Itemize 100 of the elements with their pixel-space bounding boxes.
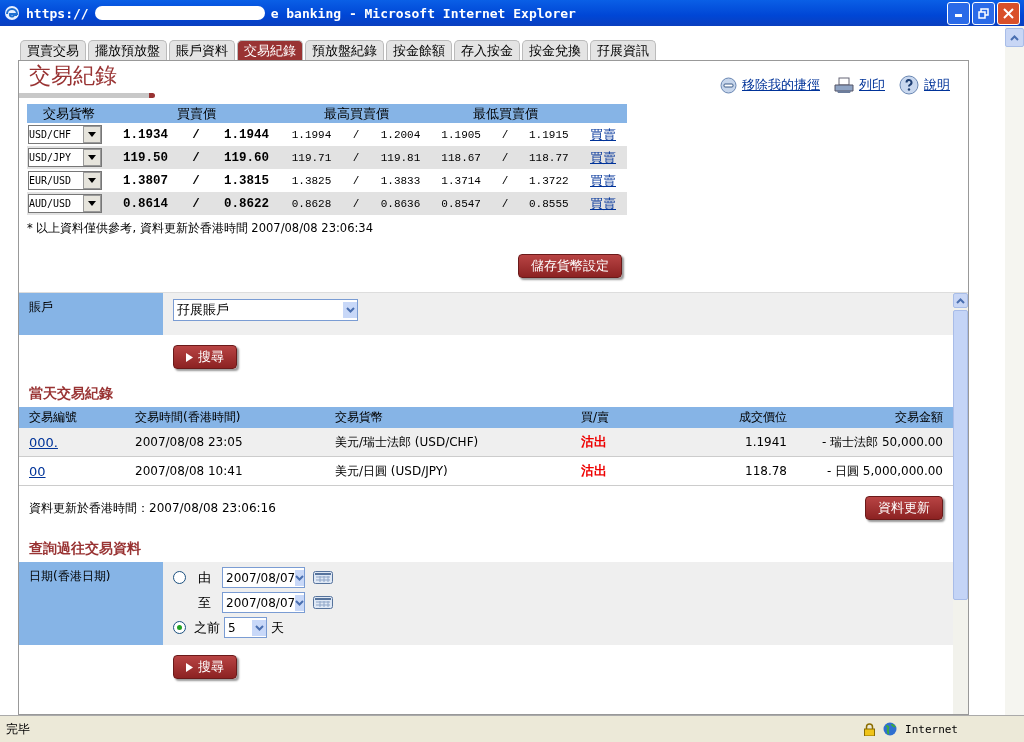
trade-link[interactable]: 買賣 bbox=[579, 148, 627, 167]
separator: / bbox=[352, 174, 360, 187]
shortcut-link[interactable]: 移除我的捷徑 bbox=[720, 76, 820, 94]
calendar-icon[interactable] bbox=[313, 596, 333, 609]
dropdown-icon bbox=[252, 619, 266, 636]
window-title: https:// bbox=[26, 5, 89, 21]
browser-icon bbox=[4, 5, 20, 21]
scroll-up-icon[interactable] bbox=[1010, 34, 1019, 41]
tab[interactable]: 按金兌換 bbox=[522, 40, 588, 60]
separator: / bbox=[501, 128, 509, 141]
side-label: 沽出 bbox=[581, 434, 607, 449]
search-button[interactable]: 搜尋 bbox=[173, 655, 237, 679]
tab[interactable]: 孖展資訊 bbox=[590, 40, 656, 60]
tab[interactable]: 預放盤紀錄 bbox=[305, 40, 384, 60]
trade-link[interactable]: 買賣 bbox=[579, 194, 627, 213]
dropdown-icon bbox=[343, 302, 357, 318]
play-icon bbox=[186, 352, 193, 362]
printer-icon[interactable] bbox=[834, 76, 854, 94]
minus-icon[interactable] bbox=[720, 76, 737, 94]
transaction-link[interactable]: 000. bbox=[29, 434, 58, 450]
close-icon bbox=[1003, 7, 1014, 19]
scrollbar[interactable] bbox=[1005, 26, 1024, 715]
separator: / bbox=[192, 150, 200, 165]
close-button[interactable] bbox=[997, 1, 1020, 25]
price-value: 1.2004 bbox=[380, 128, 421, 141]
price-value: 0.8628 bbox=[291, 197, 332, 210]
restore-icon bbox=[978, 7, 989, 19]
account-select[interactable]: 孖展賬戶 bbox=[173, 299, 358, 321]
restore-button[interactable] bbox=[972, 1, 995, 25]
security-zone: Internet bbox=[905, 722, 958, 736]
price-value: 1.3722 bbox=[529, 174, 569, 187]
separator: / bbox=[352, 128, 360, 141]
field-label: 賬戶 bbox=[19, 293, 163, 335]
trade-link[interactable]: 買賣 bbox=[579, 125, 627, 144]
price-value: 118.77 bbox=[529, 151, 569, 164]
tab[interactable]: 賬戶資料 bbox=[169, 40, 235, 60]
column-header: 交易貨幣 bbox=[42, 104, 96, 123]
scrollbar[interactable] bbox=[953, 293, 968, 714]
calendar-icon[interactable] bbox=[313, 571, 333, 584]
price-value: 1.1944 bbox=[223, 127, 269, 142]
section-heading: 當天交易紀錄 bbox=[28, 384, 114, 403]
currency-select[interactable]: USD/JPY bbox=[28, 148, 102, 167]
save-settings-button[interactable]: 儲存貨幣設定 bbox=[518, 254, 622, 278]
play-icon bbox=[186, 662, 193, 672]
minimize-button[interactable] bbox=[947, 1, 970, 25]
price-value: 0.8547 bbox=[441, 197, 481, 210]
tab[interactable]: 擺放預放盤 bbox=[88, 40, 167, 60]
price-value: 1.1905 bbox=[441, 128, 481, 141]
page-title: 交易紀錄 bbox=[28, 62, 118, 90]
tab[interactable]: 交易紀錄 bbox=[237, 40, 303, 60]
shortcut-link[interactable]: 說明 bbox=[899, 75, 950, 95]
price-value: 119.81 bbox=[380, 151, 421, 164]
separator: / bbox=[192, 127, 200, 142]
radio-button[interactable] bbox=[173, 621, 186, 634]
table-cell-text: - 日圓 5,000,000.00 bbox=[825, 462, 943, 480]
separator: / bbox=[501, 174, 509, 187]
column-header: 交易編號 bbox=[29, 409, 78, 426]
tab[interactable]: 買賣交易 bbox=[20, 40, 86, 60]
status-text: 完毕 bbox=[6, 720, 30, 738]
table-cell-text: 2007/08/08 23:05 bbox=[135, 435, 244, 449]
column-header: 最低買賣價 bbox=[471, 104, 539, 123]
price-value: 119.71 bbox=[291, 151, 332, 164]
price-value: 0.8622 bbox=[223, 196, 269, 211]
data-note: * 以上資料僅供參考, 資料更新於香港時間 2007/08/08 23:06:34 bbox=[27, 221, 374, 236]
separator: / bbox=[501, 197, 509, 210]
currency-select[interactable]: EUR/USD bbox=[28, 171, 102, 190]
trade-link[interactable]: 買賣 bbox=[579, 171, 627, 190]
transaction-link[interactable]: 00 bbox=[29, 463, 46, 479]
window-title: e banking - Microsoft Internet Explorer bbox=[270, 5, 576, 21]
date-select[interactable]: 2007/08/07 bbox=[222, 567, 305, 588]
tab[interactable]: 按金餘額 bbox=[386, 40, 452, 60]
price-value: 0.8614 bbox=[123, 196, 169, 211]
help-icon[interactable] bbox=[899, 75, 919, 95]
tab[interactable]: 存入按金 bbox=[454, 40, 520, 60]
price-value: 1.1915 bbox=[529, 128, 569, 141]
price-value: 1.3833 bbox=[380, 174, 421, 187]
option-label: 至 bbox=[196, 593, 212, 612]
column-header: 最高買賣價 bbox=[322, 104, 390, 123]
price-value: 119.50 bbox=[123, 150, 169, 165]
currency-select[interactable]: AUD/USD bbox=[28, 194, 102, 213]
search-button[interactable]: 搜尋 bbox=[173, 345, 237, 369]
currency-select[interactable]: USD/CHF bbox=[28, 125, 102, 144]
price-value: 118.67 bbox=[441, 151, 481, 164]
date-select[interactable]: 2007/08/07 bbox=[222, 592, 305, 613]
option-label: 由 bbox=[196, 568, 212, 587]
option-label: 之前 bbox=[194, 618, 220, 637]
column-header: 成交價位 bbox=[738, 409, 787, 426]
column-header: 交易金額 bbox=[894, 409, 943, 426]
separator: / bbox=[352, 197, 360, 210]
separator: / bbox=[501, 151, 509, 164]
shortcut-link[interactable]: 列印 bbox=[834, 76, 885, 94]
update-note: 資料更新於香港時間：2007/08/08 23:06:16 bbox=[29, 499, 276, 517]
column-header: 買/賣 bbox=[581, 409, 611, 426]
scroll-up-icon[interactable] bbox=[956, 297, 965, 304]
field-label: 日期(香港日期) bbox=[19, 562, 163, 645]
table-cell-text: 1.1941 bbox=[744, 435, 787, 449]
days-select[interactable]: 5 bbox=[224, 617, 267, 638]
refresh-button[interactable]: 資料更新 bbox=[865, 496, 943, 520]
dropdown-icon bbox=[295, 569, 305, 586]
radio-button[interactable] bbox=[173, 571, 186, 584]
